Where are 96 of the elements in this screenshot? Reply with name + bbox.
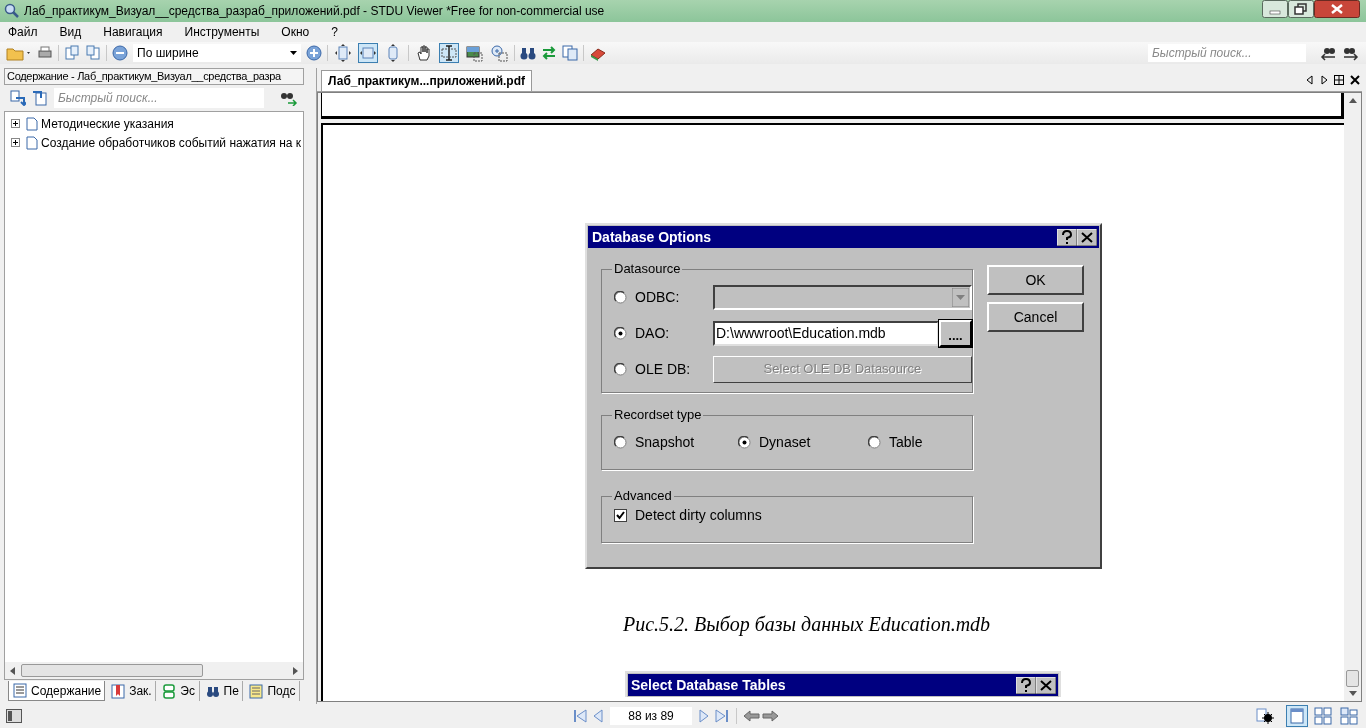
four-pages-icon[interactable] (1312, 705, 1334, 727)
folder-icon[interactable] (6, 45, 32, 61)
close-icon[interactable] (1314, 0, 1360, 18)
browse-button[interactable]: .... (939, 319, 972, 347)
panel-tab[interactable]: Пе (201, 681, 244, 701)
panel-tab[interactable]: Подс (245, 681, 300, 701)
fit-page-icon[interactable] (333, 43, 353, 63)
menu-item[interactable]: Навигация (103, 23, 163, 41)
page-icon (26, 116, 38, 131)
help-icon[interactable] (1057, 228, 1077, 246)
minimize-icon[interactable] (1262, 0, 1288, 18)
facing-pages-icon[interactable] (1338, 705, 1360, 727)
figure-caption: Рис.5.2. Выбор базы данных Education.mdb (623, 612, 992, 638)
radio-button[interactable] (614, 290, 627, 304)
close-icon[interactable] (1077, 228, 1097, 246)
thumbnails-icon (162, 683, 177, 699)
text-cursor-icon[interactable] (439, 43, 459, 63)
zoom-dropdown[interactable]: По ширине (133, 44, 301, 62)
radio-label[interactable]: DAO: (635, 322, 713, 344)
menu-item[interactable]: Файл (8, 23, 38, 41)
printer-icon[interactable] (37, 45, 53, 61)
zoom-area-icon[interactable] (489, 43, 509, 63)
radio-label[interactable]: ODBC: (635, 286, 713, 308)
scrollbar-thumb[interactable] (1346, 670, 1359, 687)
dialog-title: Select Database Tables (631, 675, 787, 695)
radio-label[interactable]: OLE DB: (635, 358, 713, 380)
menu-item[interactable]: ? (331, 23, 338, 41)
bookmark-icon (111, 683, 126, 699)
collapse-all-icon[interactable] (32, 90, 48, 106)
page-icon (26, 135, 38, 150)
horizontal-scrollbar[interactable] (5, 662, 303, 679)
image-select-icon[interactable] (464, 43, 484, 63)
magnifier-icon (4, 3, 20, 19)
brightness-icon[interactable] (1256, 708, 1274, 724)
checkbox[interactable] (614, 509, 627, 522)
radio-button[interactable] (868, 436, 881, 449)
checkbox-label[interactable]: Detect dirty columns (635, 505, 762, 526)
expand-icon[interactable] (11, 138, 20, 147)
tree-item[interactable]: Создание обработчиков событий нажатия на к (41, 133, 302, 152)
binoculars-icon[interactable] (520, 45, 536, 61)
last-page-icon[interactable] (712, 708, 730, 724)
fit-width-icon[interactable] (358, 43, 378, 63)
swap-arrows-icon[interactable] (541, 45, 557, 61)
dialog-button[interactable]: Cancel (987, 302, 1084, 332)
radio-label[interactable]: Dynaset (759, 432, 811, 453)
contents-icon (13, 683, 27, 698)
panel-toggle-icon[interactable] (6, 709, 22, 723)
dropdown-field[interactable] (713, 284, 972, 310)
search-previous-icon[interactable] (1319, 45, 1337, 61)
tree-item[interactable]: Методические указания (41, 114, 174, 133)
back-arrow-icon[interactable] (743, 708, 761, 724)
close-icon[interactable] (1350, 74, 1360, 85)
caret-icon (952, 287, 969, 307)
search-icon[interactable] (280, 90, 298, 106)
scrollbar-thumb[interactable] (21, 664, 203, 677)
radio-button[interactable] (614, 436, 627, 449)
single-page-icon[interactable] (1286, 705, 1308, 727)
radio-button[interactable] (614, 326, 627, 340)
first-page-icon[interactable] (572, 708, 590, 724)
zoom-out-icon[interactable] (112, 45, 128, 61)
zoom-in-icon[interactable] (306, 45, 322, 61)
search-field[interactable]: Быстрый поиск... (1148, 44, 1306, 62)
page-number-field[interactable]: 88 из 89 (610, 707, 692, 725)
copy-icon[interactable] (562, 45, 578, 61)
tab-right-icon[interactable] (1320, 74, 1328, 85)
window-title: Лаб_практикум_Визуал__средства_разраб_приложений.pdf - STDU Viewer *Free for non-commercial use (24, 3, 606, 20)
panel-tab[interactable]: Содержание (8, 681, 106, 701)
forward-arrow-icon[interactable] (761, 708, 779, 724)
search-next-icon[interactable] (1342, 45, 1360, 61)
expand-all-icon[interactable] (10, 90, 26, 106)
page-import-icon[interactable] (85, 45, 101, 61)
menu-item[interactable]: Вид (59, 23, 82, 41)
path-field[interactable]: D:\wwwroot\Education.mdb (713, 320, 939, 346)
document-tab[interactable]: Лаб_практикум...приложений.pdf (321, 70, 532, 91)
radio-button[interactable] (738, 436, 751, 449)
maximize-icon[interactable] (1288, 0, 1314, 18)
menu-item[interactable]: Окно (281, 23, 310, 41)
search-field[interactable]: Быстрый поиск... (54, 88, 264, 108)
group-label: Recordset type (612, 407, 704, 423)
radio-button[interactable] (614, 362, 627, 376)
radio-label[interactable]: Table (889, 432, 923, 453)
menu-item[interactable]: Инструменты (184, 23, 260, 41)
dialog-title: Database Options (592, 227, 713, 247)
panel-tab[interactable]: Зак. (107, 681, 157, 701)
radio-label[interactable]: Snapshot (635, 432, 695, 453)
tab-left-icon[interactable] (1306, 74, 1314, 85)
caret-icon (290, 51, 297, 55)
tile-windows-icon[interactable] (1334, 74, 1344, 85)
notes-icon (249, 683, 264, 699)
panel-header: Содержание - Лаб_практикум_Визуал__средства_разра (4, 68, 304, 85)
dialog-button[interactable]: OK (987, 265, 1084, 295)
panel-tab[interactable]: Эс (158, 681, 200, 701)
page-export-icon[interactable] (64, 45, 80, 61)
close-icon[interactable] (1036, 676, 1056, 694)
expand-icon[interactable] (11, 119, 20, 128)
help-icon[interactable] (1016, 676, 1036, 694)
